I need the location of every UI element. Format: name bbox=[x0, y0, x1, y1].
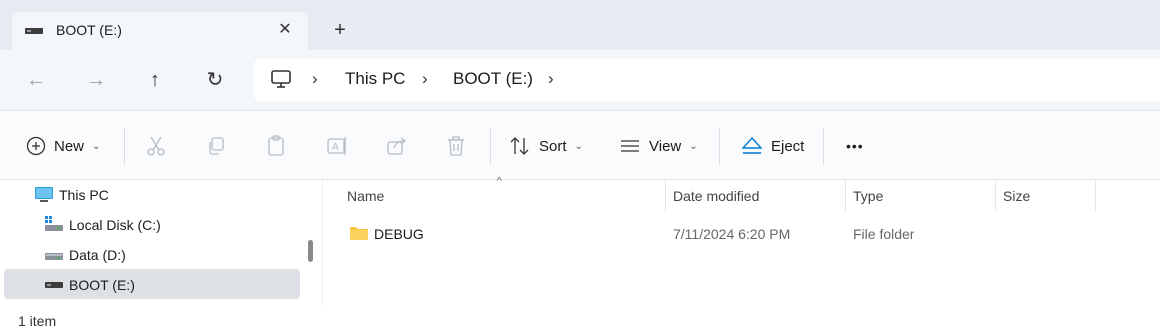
drive-icon bbox=[44, 245, 64, 263]
scissors-icon bbox=[146, 135, 166, 157]
divider bbox=[823, 127, 824, 165]
sidebar-item-label: This PC bbox=[59, 187, 109, 203]
more-icon: ••• bbox=[846, 138, 864, 154]
navigation-bar: ← → ↑ ↻ › This PC › BOOT (E:) › bbox=[0, 50, 1160, 110]
sidebar-item-data-d[interactable]: Data (D:) bbox=[4, 240, 300, 270]
view-button[interactable]: View ⌄ bbox=[619, 131, 698, 161]
breadcrumb-separator[interactable]: › bbox=[312, 69, 318, 89]
file-date-modified: 7/11/2024 6:20 PM bbox=[673, 226, 791, 242]
column-header-size[interactable]: Size bbox=[995, 180, 1095, 212]
eject-label: Eject bbox=[771, 137, 805, 155]
column-header-name[interactable]: Name bbox=[339, 180, 665, 212]
column-header-label: Size bbox=[1003, 188, 1031, 204]
file-list: ^ Name Date modified Type Size DEBUG 7/1… bbox=[323, 176, 1160, 306]
sidebar-item-boot-e[interactable]: BOOT (E:) bbox=[4, 269, 300, 299]
trash-icon bbox=[446, 135, 466, 157]
tab-strip: BOOT (E:) ✕ + bbox=[0, 0, 1160, 50]
chevron-down-icon: ⌄ bbox=[92, 140, 101, 152]
sidebar-item-label: BOOT (E:) bbox=[69, 277, 135, 293]
close-tab-icon[interactable]: ✕ bbox=[276, 21, 294, 39]
refresh-button[interactable]: ↻ bbox=[201, 66, 229, 94]
breadcrumb-separator[interactable]: › bbox=[548, 69, 554, 89]
divider bbox=[124, 127, 125, 165]
breadcrumb-separator[interactable]: › bbox=[422, 69, 428, 89]
folder-icon bbox=[349, 225, 369, 244]
sidebar-item-label: Data (D:) bbox=[69, 247, 126, 263]
paste-button[interactable] bbox=[266, 131, 286, 161]
sidebar-item-this-pc[interactable]: This PC bbox=[4, 180, 300, 210]
svg-text:A: A bbox=[332, 142, 339, 153]
delete-button[interactable] bbox=[446, 131, 466, 161]
command-bar: New ⌄ A Sort ⌄ View ⌄ Eject ••• bbox=[0, 110, 1160, 180]
forward-button[interactable]: → bbox=[82, 66, 110, 94]
navigation-pane-scrollbar[interactable] bbox=[308, 240, 313, 262]
new-label: New bbox=[54, 137, 85, 155]
more-options-button[interactable]: ••• bbox=[846, 131, 864, 161]
sidebar-item-label: Local Disk (C:) bbox=[69, 217, 161, 233]
view-label: View bbox=[649, 137, 682, 155]
column-header-type[interactable]: Type bbox=[845, 180, 995, 212]
tab-boot-e[interactable]: BOOT (E:) ✕ bbox=[12, 12, 308, 50]
chevron-down-icon: ⌄ bbox=[574, 140, 583, 152]
view-list-icon bbox=[619, 136, 641, 156]
status-bar: 1 item bbox=[0, 306, 1160, 336]
share-button[interactable] bbox=[386, 131, 408, 161]
eject-button[interactable]: Eject bbox=[741, 131, 804, 161]
navigation-pane: This PC Local Disk (C:) Data (D:) BOOT (… bbox=[0, 180, 322, 306]
eject-icon bbox=[741, 136, 763, 156]
table-row[interactable]: DEBUG 7/11/2024 6:20 PM File folder bbox=[323, 220, 1160, 248]
up-button[interactable]: ↑ bbox=[141, 66, 169, 94]
breadcrumb-this-pc[interactable]: This PC bbox=[345, 69, 405, 89]
sort-label: Sort bbox=[539, 137, 567, 155]
file-name: DEBUG bbox=[374, 226, 424, 242]
column-header-date-modified[interactable]: Date modified bbox=[665, 180, 845, 212]
divider bbox=[490, 127, 491, 165]
item-count: 1 item bbox=[18, 313, 57, 329]
file-type: File folder bbox=[853, 226, 915, 242]
sidebar-item-local-disk-c[interactable]: Local Disk (C:) bbox=[4, 210, 300, 240]
usb-drive-icon bbox=[24, 24, 44, 38]
plus-circle-icon bbox=[26, 136, 46, 156]
clipboard-icon bbox=[266, 135, 286, 157]
share-icon bbox=[386, 136, 408, 156]
cut-button[interactable] bbox=[146, 131, 166, 161]
breadcrumb-boot-e[interactable]: BOOT (E:) bbox=[453, 69, 533, 89]
address-bar[interactable]: › This PC › BOOT (E:) › bbox=[254, 59, 1160, 101]
monitor-icon bbox=[34, 186, 54, 204]
copy-button[interactable] bbox=[206, 131, 226, 161]
rename-icon: A bbox=[326, 136, 348, 156]
column-separator[interactable] bbox=[1095, 180, 1096, 212]
new-button[interactable]: New ⌄ bbox=[26, 131, 100, 161]
copy-icon bbox=[206, 136, 226, 156]
column-header-label: Name bbox=[347, 188, 385, 204]
usb-drive-icon bbox=[44, 276, 64, 294]
chevron-down-icon: ⌄ bbox=[689, 140, 698, 152]
sort-button[interactable]: Sort ⌄ bbox=[509, 131, 583, 161]
column-header-label: Date modified bbox=[673, 188, 760, 204]
monitor-icon[interactable] bbox=[270, 69, 292, 89]
column-header-label: Type bbox=[853, 188, 884, 204]
tab-title: BOOT (E:) bbox=[56, 22, 122, 38]
rename-button[interactable]: A bbox=[326, 131, 348, 161]
new-tab-button[interactable]: + bbox=[328, 18, 352, 42]
divider bbox=[719, 127, 720, 165]
sort-icon bbox=[509, 136, 531, 156]
back-button[interactable]: ← bbox=[22, 66, 50, 94]
system-drive-icon bbox=[44, 215, 64, 233]
